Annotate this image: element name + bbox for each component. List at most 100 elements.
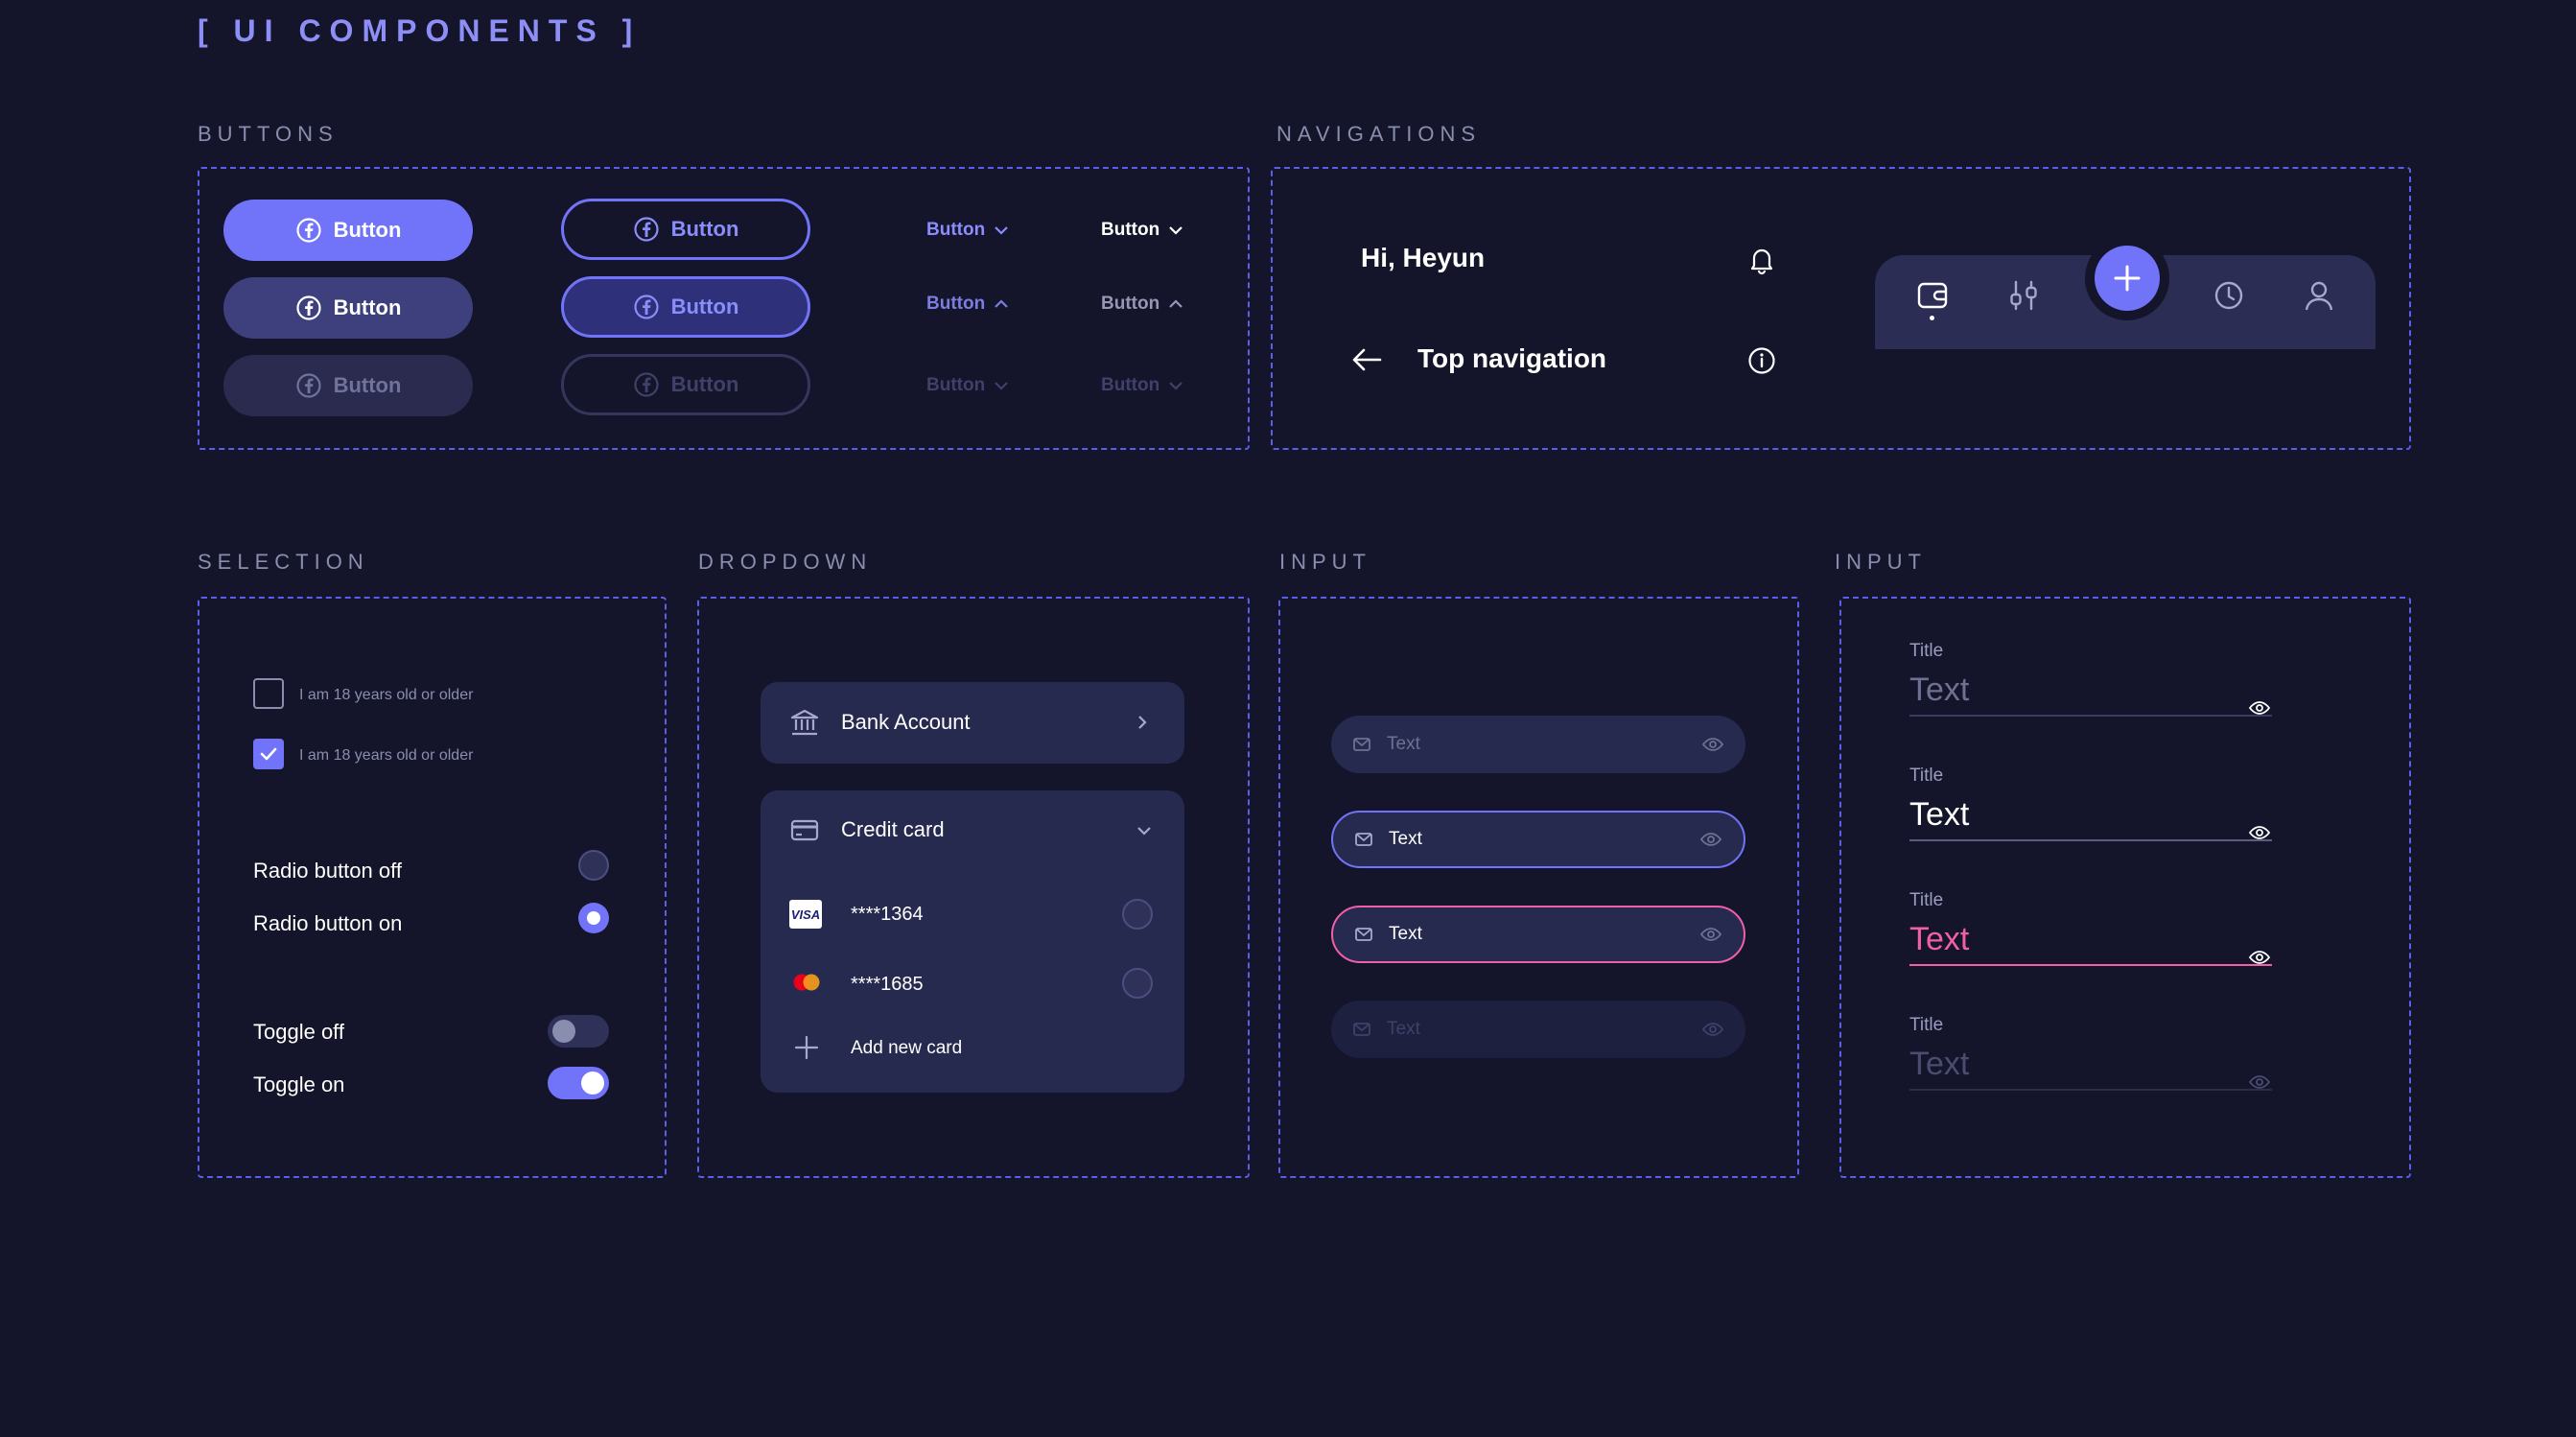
primary-button[interactable]: Button: [223, 200, 473, 261]
underline-field-placeholder[interactable]: Title Text: [1909, 641, 2272, 717]
section-label-input-2: INPUT: [1835, 550, 1927, 574]
underline-field-disabled[interactable]: Title Text: [1909, 1015, 2272, 1091]
card-radio[interactable]: [1122, 968, 1153, 999]
toggle-knob: [581, 1072, 604, 1095]
primary-button-pressed[interactable]: Button: [223, 277, 473, 339]
sliders-icon[interactable]: [2006, 278, 2041, 313]
chevron-down-icon: [1169, 226, 1183, 235]
checkbox-label: I am 18 years old or older: [299, 747, 474, 764]
text-button-expanded[interactable]: Button: [926, 294, 1010, 315]
check-icon: [260, 747, 277, 761]
active-tab-dot: [1930, 316, 1934, 320]
eye-icon[interactable]: [1701, 733, 1724, 756]
toggle-off[interactable]: [548, 1015, 609, 1048]
button-label: Button: [1101, 375, 1160, 395]
mail-icon: [1353, 1023, 1370, 1036]
field-underline: [1909, 839, 2272, 841]
text-input-focused[interactable]: Text: [1331, 811, 1745, 868]
text-input-placeholder[interactable]: Text: [1331, 716, 1745, 773]
toggle-on[interactable]: [548, 1067, 609, 1099]
button-label: Button: [1101, 294, 1160, 314]
outline-button-disabled[interactable]: Button: [561, 354, 810, 415]
field-title: Title: [1909, 766, 1944, 786]
button-label: Button: [926, 294, 986, 314]
credit-card-icon: [790, 819, 819, 841]
add-fab-button[interactable]: [2095, 246, 2160, 311]
eye-icon[interactable]: [1701, 1018, 1724, 1041]
chevron-down-icon[interactable]: [1135, 821, 1154, 840]
facebook-icon: [633, 372, 659, 397]
checkbox-label: I am 18 years old or older: [299, 687, 474, 703]
credit-card-dropdown: [761, 790, 1184, 1093]
chevron-right-icon: [1138, 716, 1147, 729]
radio-off-label: Radio button off: [253, 859, 402, 883]
radio-dot: [587, 911, 600, 925]
text-button-dropdown-white[interactable]: Button: [1101, 220, 1184, 241]
chevron-down-icon: [995, 226, 1008, 235]
visa-logo: VISA: [789, 900, 822, 929]
info-icon[interactable]: [1745, 344, 1778, 377]
section-label-selection: SELECTION: [198, 550, 369, 574]
input-value: Text: [1387, 734, 1420, 754]
eye-icon[interactable]: [2248, 946, 2271, 969]
facebook-icon: [295, 295, 321, 320]
button-label: Button: [670, 294, 739, 318]
outline-button-pressed[interactable]: Button: [561, 276, 810, 338]
top-nav-title: Top navigation: [1417, 343, 1607, 373]
bell-icon[interactable]: [1745, 244, 1778, 276]
clock-icon[interactable]: [2212, 278, 2246, 313]
primary-button-disabled[interactable]: Button: [223, 355, 473, 416]
facebook-icon: [633, 217, 659, 242]
chevron-up-icon: [1169, 299, 1183, 308]
text-input-disabled[interactable]: Text: [1331, 1001, 1745, 1058]
radio-on-label: Radio button on: [253, 911, 403, 935]
radio-button-off[interactable]: [578, 850, 609, 881]
text-button-dropdown[interactable]: Button: [926, 220, 1010, 241]
field-title: Title: [1909, 890, 1944, 910]
section-label-buttons: BUTTONS: [198, 122, 339, 146]
text-input-error[interactable]: Text: [1331, 906, 1745, 963]
card-number: ****1685: [851, 974, 924, 995]
field-title: Title: [1909, 641, 1944, 661]
mastercard-logo: [793, 974, 820, 991]
field-value: Text: [1909, 1046, 1970, 1082]
field-value: Text: [1909, 796, 1970, 833]
input-value: Text: [1389, 829, 1422, 849]
chevron-up-icon: [995, 299, 1008, 308]
field-value: Text: [1909, 921, 1970, 957]
checkbox-checked[interactable]: [253, 739, 284, 769]
bank-account-row[interactable]: [761, 682, 1184, 764]
input-panel: [1278, 597, 1799, 1178]
text-button-disabled[interactable]: Button: [926, 375, 1010, 396]
chevron-down-icon: [995, 382, 1008, 390]
add-new-card-link[interactable]: Add new card: [851, 1038, 962, 1059]
card-radio[interactable]: [1122, 899, 1153, 930]
facebook-icon: [295, 373, 321, 398]
bank-account-label: Bank Account: [841, 710, 971, 734]
user-icon[interactable]: [2302, 278, 2336, 313]
text-button-expanded-white[interactable]: Button: [1101, 294, 1184, 315]
button-label: Button: [333, 218, 402, 242]
radio-button-on[interactable]: [578, 903, 609, 933]
eye-icon[interactable]: [2248, 1071, 2271, 1094]
text-button-disabled-white[interactable]: Button: [1101, 375, 1184, 396]
button-label: Button: [670, 372, 739, 396]
back-arrow-icon[interactable]: [1348, 342, 1385, 378]
eye-icon[interactable]: [2248, 821, 2271, 844]
checkbox-unchecked[interactable]: [253, 678, 284, 709]
wallet-icon[interactable]: [1915, 278, 1950, 313]
toggle-off-label: Toggle off: [253, 1020, 345, 1044]
field-title: Title: [1909, 1015, 1944, 1035]
eye-icon[interactable]: [1699, 923, 1722, 946]
eye-icon[interactable]: [2248, 696, 2271, 719]
eye-icon[interactable]: [1699, 828, 1722, 851]
plus-icon: [2114, 265, 2141, 292]
plus-icon[interactable]: [792, 1033, 821, 1062]
button-label: Button: [333, 373, 402, 397]
underline-field-error[interactable]: Title Text: [1909, 890, 2272, 966]
section-label-navigations: NAVIGATIONS: [1276, 122, 1482, 146]
credit-card-label[interactable]: Credit card: [841, 817, 945, 842]
outline-button[interactable]: Button: [561, 199, 810, 260]
underline-field-filled[interactable]: Title Text: [1909, 766, 2272, 841]
toggle-on-label: Toggle on: [253, 1072, 345, 1096]
